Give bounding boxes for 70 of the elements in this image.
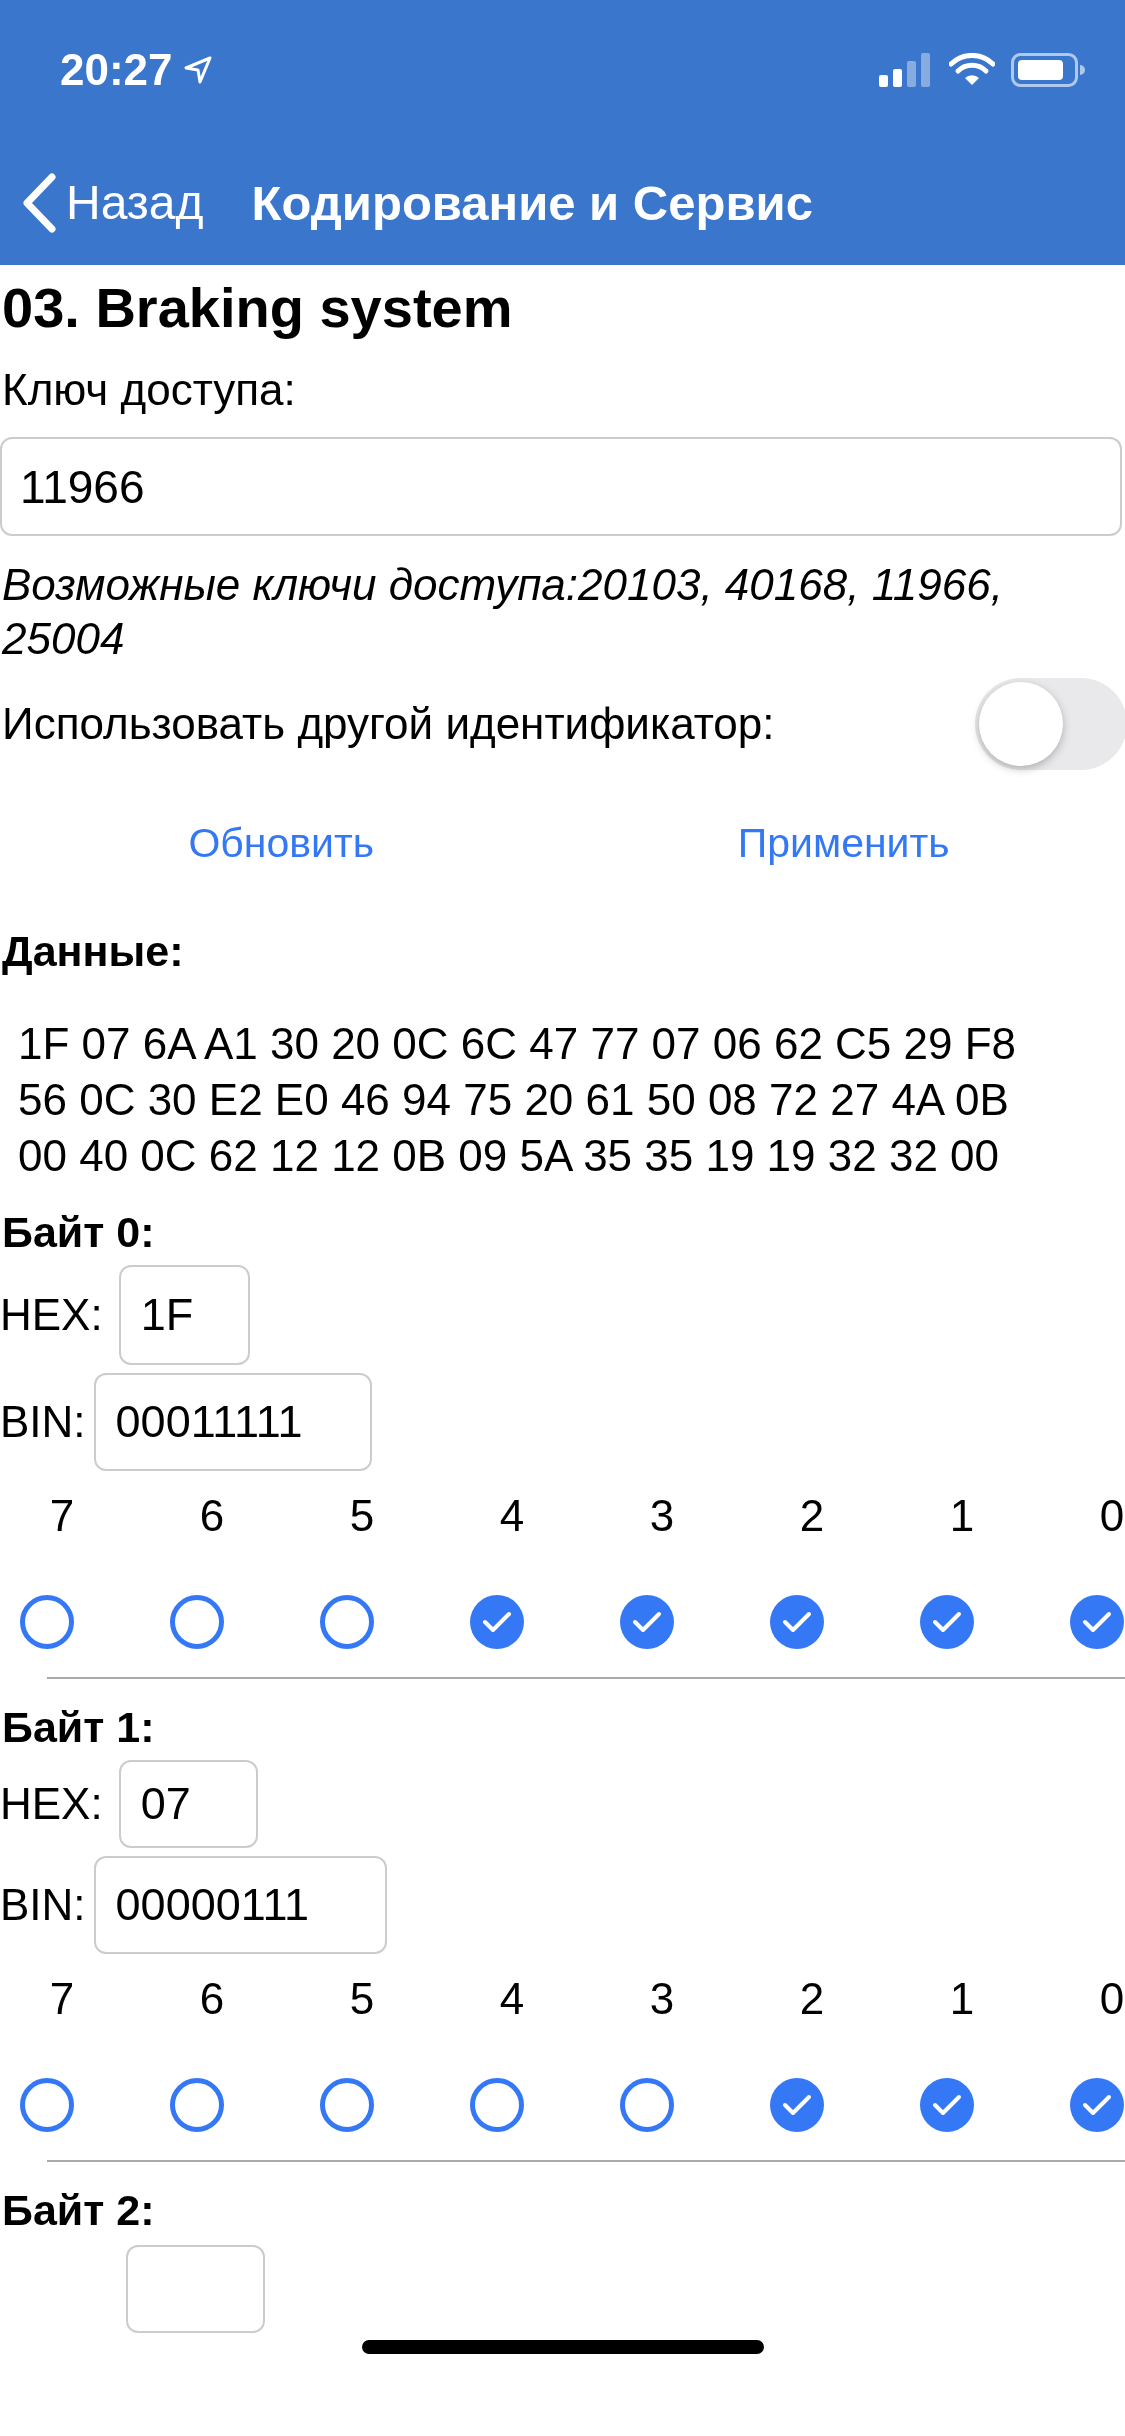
- bit-checkbox[interactable]: [920, 2078, 974, 2133]
- possible-keys-text: Возможные ключи доступа:20103, 40168, 11966, 25004: [0, 559, 1004, 666]
- bit-checkbox[interactable]: [170, 1595, 224, 1650]
- wifi-icon: [949, 53, 995, 87]
- byte-title: Байт 0:: [1, 1207, 156, 1258]
- bit-number: 6: [198, 1490, 225, 1543]
- data-hex-text: 1F 07 6A A1 30 20 0C 6C 47 77 07 06 62 C5 29 F8 56 0C 30 E2 E0 46 94 75 20 61 50 08 72 27 4A 0B 00 40 0C 62 12 12 0B 09 5A 35 35 19 19 32 32 00: [17, 1018, 1018, 1183]
- bit-number: 3: [648, 1490, 675, 1543]
- location-arrow-icon: [182, 55, 213, 85]
- bit-checkbox[interactable]: [1070, 2078, 1124, 2133]
- other-id-toggle[interactable]: [975, 678, 1125, 771]
- action-link[interactable]: Обновить: [180, 812, 383, 876]
- byte-title: Байт 1:: [1, 1702, 156, 1753]
- hex-label: HEX:: [0, 1779, 103, 1830]
- bit-checkbox[interactable]: [470, 2078, 524, 2133]
- check-icon: [482, 1610, 512, 1635]
- signal-icon: [879, 53, 933, 87]
- bit-number: 4: [498, 1973, 525, 2026]
- data-label: Данные:: [1, 926, 185, 977]
- battery-icon: [1011, 53, 1085, 87]
- other-id-label: Использовать другой идентификатор:: [2, 699, 775, 750]
- bit-checkbox[interactable]: [470, 1595, 524, 1650]
- bit-number: 5: [348, 1490, 375, 1543]
- bit-checkbox[interactable]: [20, 2078, 74, 2133]
- bit-number: 2: [798, 1490, 825, 1543]
- bin-label: BIN:: [0, 1880, 86, 1931]
- bit-checkbox[interactable]: [770, 2078, 824, 2133]
- access-key-label: Ключ доступа:: [1, 364, 297, 416]
- bit-number: 1: [948, 1973, 975, 2026]
- bit-number: 1: [948, 1490, 975, 1543]
- bit-number: 4: [498, 1490, 525, 1543]
- check-icon: [632, 1610, 662, 1635]
- access-key-field[interactable]: 11966: [0, 437, 1122, 537]
- bit-number: 2: [798, 1973, 825, 2026]
- hex-field[interactable]: 1F: [118, 1265, 250, 1366]
- bit-number: 0: [1098, 1490, 1125, 1543]
- check-icon: [1082, 2093, 1112, 2118]
- bit-checkbox[interactable]: [620, 2078, 674, 2133]
- bit-number: 0: [1098, 1973, 1125, 2026]
- bit-checkbox[interactable]: [920, 1595, 974, 1650]
- bit-number: 3: [648, 1973, 675, 2026]
- check-icon: [1082, 1610, 1112, 1635]
- bit-number: 6: [198, 1973, 225, 2026]
- bit-checkbox[interactable]: [770, 1595, 824, 1650]
- hex-label: HEX:: [0, 1290, 103, 1341]
- hex-field[interactable]: [126, 2245, 265, 2333]
- check-icon: [932, 2093, 962, 2118]
- byte-title: Байт 2:: [1, 2185, 156, 2235]
- check-icon: [782, 1610, 812, 1635]
- bit-checkbox[interactable]: [320, 2078, 374, 2133]
- back-chevron-icon: [22, 172, 56, 233]
- status-time: 20:27: [60, 45, 173, 95]
- bin-field[interactable]: 00000111: [93, 1856, 387, 1955]
- bit-checkbox[interactable]: [1070, 1595, 1124, 1650]
- check-icon: [782, 2093, 812, 2118]
- bit-number: 5: [348, 1973, 375, 2026]
- bit-checkbox[interactable]: [170, 2078, 224, 2133]
- action-link[interactable]: Применить: [729, 812, 958, 876]
- back-button[interactable]: Назад: [22, 172, 204, 233]
- hex-field[interactable]: 07: [118, 1760, 258, 1849]
- bit-number: 7: [48, 1973, 75, 2026]
- screen-title: Кодирование и Сервис: [251, 174, 813, 231]
- bit-checkbox[interactable]: [320, 1595, 374, 1650]
- bin-label: BIN:: [0, 1397, 86, 1448]
- section-heading: 03. Braking system: [1, 275, 514, 341]
- bit-number: 7: [48, 1490, 75, 1543]
- bit-checkbox[interactable]: [20, 1595, 74, 1650]
- check-icon: [932, 1610, 962, 1635]
- bit-checkbox[interactable]: [620, 1595, 674, 1650]
- bin-field[interactable]: 00011111: [93, 1373, 372, 1472]
